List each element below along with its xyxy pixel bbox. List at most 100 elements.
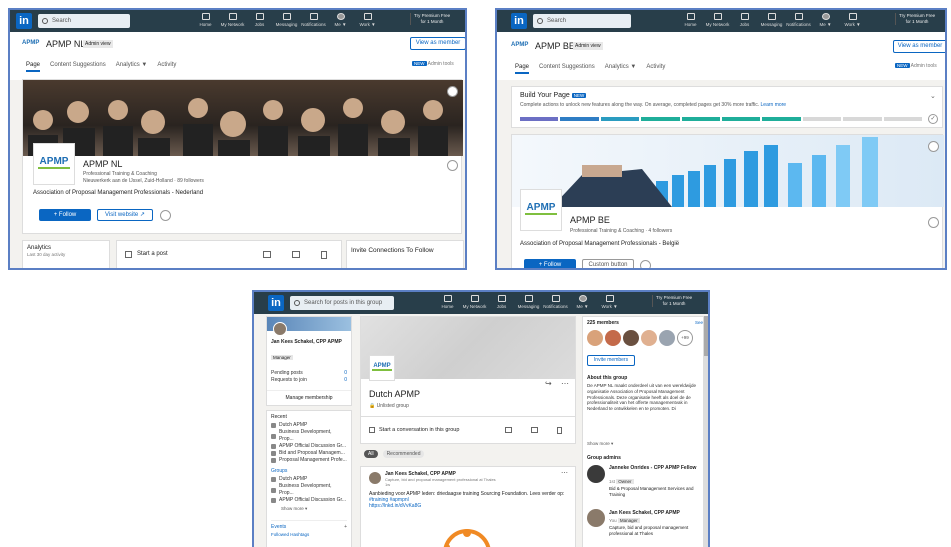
member-avatar[interactable] [605, 330, 621, 346]
admin2-name[interactable]: Jan Kees Schakel, CPP APMP [609, 510, 680, 516]
nav-item-3[interactable]: Messaging [273, 12, 300, 27]
filter-all-pill[interactable]: All [364, 450, 378, 458]
admin-tools[interactable]: NEW Admin tools [412, 61, 454, 67]
nav-item-4[interactable]: Notifications [300, 12, 327, 27]
tab-page[interactable]: Page [515, 64, 530, 74]
edit-buttons-pencil-icon[interactable] [160, 210, 171, 221]
followed-hashtags-link[interactable]: Followed Hashtags [271, 532, 347, 537]
add-event-icon[interactable]: + [344, 524, 347, 530]
list-item[interactable]: Business Development, Prop... [271, 483, 347, 497]
learn-more-link[interactable]: Learn more [761, 102, 787, 108]
tab-content-suggestions[interactable]: Content Suggestions [50, 62, 106, 72]
list-item[interactable]: Dutch APMP [271, 422, 347, 429]
nav-item-0[interactable]: Home [192, 12, 219, 27]
document-icon[interactable] [321, 251, 327, 259]
premium-link[interactable]: Try Premium Free for 1 Month [410, 13, 450, 25]
admin1-avatar[interactable] [587, 465, 605, 483]
admin-tools[interactable]: NEW Admin tools [895, 63, 937, 69]
nav-item-4[interactable]: Notifications [542, 294, 569, 309]
video-icon[interactable] [531, 427, 538, 433]
pending-posts-link[interactable]: Pending posts 0 [271, 370, 347, 377]
user-name[interactable]: Jan Kees Schakel, CPP APMP [271, 339, 347, 345]
nav-item-5[interactable]: Me ▼ [569, 294, 596, 309]
follow-button[interactable]: + Follow [39, 209, 91, 221]
scrollbar[interactable] [704, 316, 708, 547]
post-link[interactable]: https://lnkd.in/dVvKa8G [369, 503, 421, 509]
list-item[interactable]: Proposal Management Profe... [271, 457, 347, 464]
member-avatar[interactable] [641, 330, 657, 346]
edit-cover-pencil-icon[interactable] [928, 141, 939, 152]
nav-item-1[interactable]: My Network [704, 12, 731, 27]
start-conversation-card[interactable]: Start a conversation in this group [360, 416, 576, 444]
show-more-link[interactable]: Show more ▾ [281, 506, 347, 512]
search-input[interactable]: Search [38, 14, 130, 28]
nav-item-6[interactable]: Work ▼ [596, 294, 623, 309]
view-as-member-button[interactable]: View as member [893, 40, 945, 53]
tab-analytics[interactable]: Analytics ▼ [605, 64, 637, 74]
premium-link[interactable]: Try Premium Free for 1 Month [895, 13, 935, 25]
list-item[interactable]: APMP Official Discussion Gr... [271, 443, 347, 450]
see-all-link[interactable]: See [695, 320, 703, 325]
nav-item-6[interactable]: Work ▼ [839, 12, 866, 27]
nav-item-6[interactable]: Work ▼ [354, 12, 381, 27]
photo-icon[interactable] [505, 427, 512, 433]
admin1-name[interactable]: Janneke Onrides - CPP APMP Fellow [609, 465, 701, 471]
invite-connections-card[interactable]: Invite Connections To Follow [346, 240, 464, 268]
tab-content-suggestions[interactable]: Content Suggestions [539, 64, 595, 74]
list-item[interactable]: APMP Official Discussion Gr... [271, 497, 347, 504]
tab-activity[interactable]: Activity [157, 62, 176, 72]
filter-recommended-pill[interactable]: Recommended [382, 450, 425, 458]
nav-item-5[interactable]: Me ▼ [327, 12, 354, 27]
edit-info-pencil-icon[interactable] [447, 160, 458, 171]
avatar[interactable] [273, 322, 287, 336]
document-icon[interactable] [557, 427, 562, 434]
admin2-avatar[interactable] [587, 509, 605, 527]
nav-item-2[interactable]: Jobs [731, 12, 758, 27]
list-item[interactable]: Bid and Proposal Managem... [271, 450, 347, 457]
events-link[interactable]: Events [271, 524, 286, 530]
custom-button[interactable]: Custom button [582, 259, 634, 268]
chevron-down-icon[interactable]: ⌄ [930, 92, 936, 100]
nav-item-2[interactable]: Jobs [246, 12, 273, 27]
invite-members-button[interactable]: Invite members [587, 355, 635, 366]
linkedin-logo[interactable]: in [268, 295, 284, 311]
follow-button[interactable]: + Follow [524, 259, 576, 268]
nav-item-3[interactable]: Messaging [758, 12, 785, 27]
linkedin-logo[interactable]: in [16, 13, 32, 29]
manage-membership-link[interactable]: Manage membership [267, 390, 351, 401]
linkedin-logo[interactable]: in [511, 13, 527, 29]
list-item[interactable]: Business Development, Prop... [271, 429, 347, 443]
search-input[interactable]: Search for posts in this group [290, 296, 394, 310]
tab-analytics[interactable]: Analytics ▼ [116, 62, 148, 72]
member-avatar[interactable] [659, 330, 675, 346]
video-icon[interactable] [292, 251, 300, 258]
more-members-badge[interactable]: +99 [677, 330, 693, 346]
requests-link[interactable]: Requests to join 0 [271, 377, 347, 384]
photo-icon[interactable] [263, 251, 271, 258]
nav-item-3[interactable]: Messaging [515, 294, 542, 309]
nav-item-5[interactable]: Me ▼ [812, 12, 839, 27]
nav-item-1[interactable]: My Network [461, 294, 488, 309]
visit-website-button[interactable]: Visit website ↗ [97, 209, 153, 221]
member-avatar[interactable] [587, 330, 603, 346]
more-options-icon[interactable]: ⋯ [561, 379, 569, 388]
nav-item-2[interactable]: Jobs [488, 294, 515, 309]
edit-info-pencil-icon[interactable] [928, 217, 939, 228]
nav-item-0[interactable]: Home [677, 12, 704, 27]
nav-item-1[interactable]: My Network [219, 12, 246, 27]
nav-item-0[interactable]: Home [434, 294, 461, 309]
tab-page[interactable]: Page [26, 62, 41, 72]
member-avatar[interactable] [623, 330, 639, 346]
search-input[interactable]: Search [533, 14, 631, 28]
post-author-avatar[interactable] [369, 472, 381, 484]
edit-buttons-pencil-icon[interactable] [640, 260, 651, 268]
analytics-card[interactable]: Analytics Last 30 day activity [22, 240, 110, 268]
post-more-icon[interactable]: ⋯ [561, 469, 568, 477]
nav-item-4[interactable]: Notifications [785, 12, 812, 27]
view-as-member-button[interactable]: View as member [410, 37, 465, 50]
share-icon[interactable]: ↪ [545, 379, 552, 388]
tab-activity[interactable]: Activity [646, 64, 665, 74]
premium-link[interactable]: Try Premium Free for 1 Month [652, 295, 692, 307]
list-item[interactable]: Dutch APMP [271, 476, 347, 483]
edit-cover-pencil-icon[interactable] [447, 86, 458, 97]
